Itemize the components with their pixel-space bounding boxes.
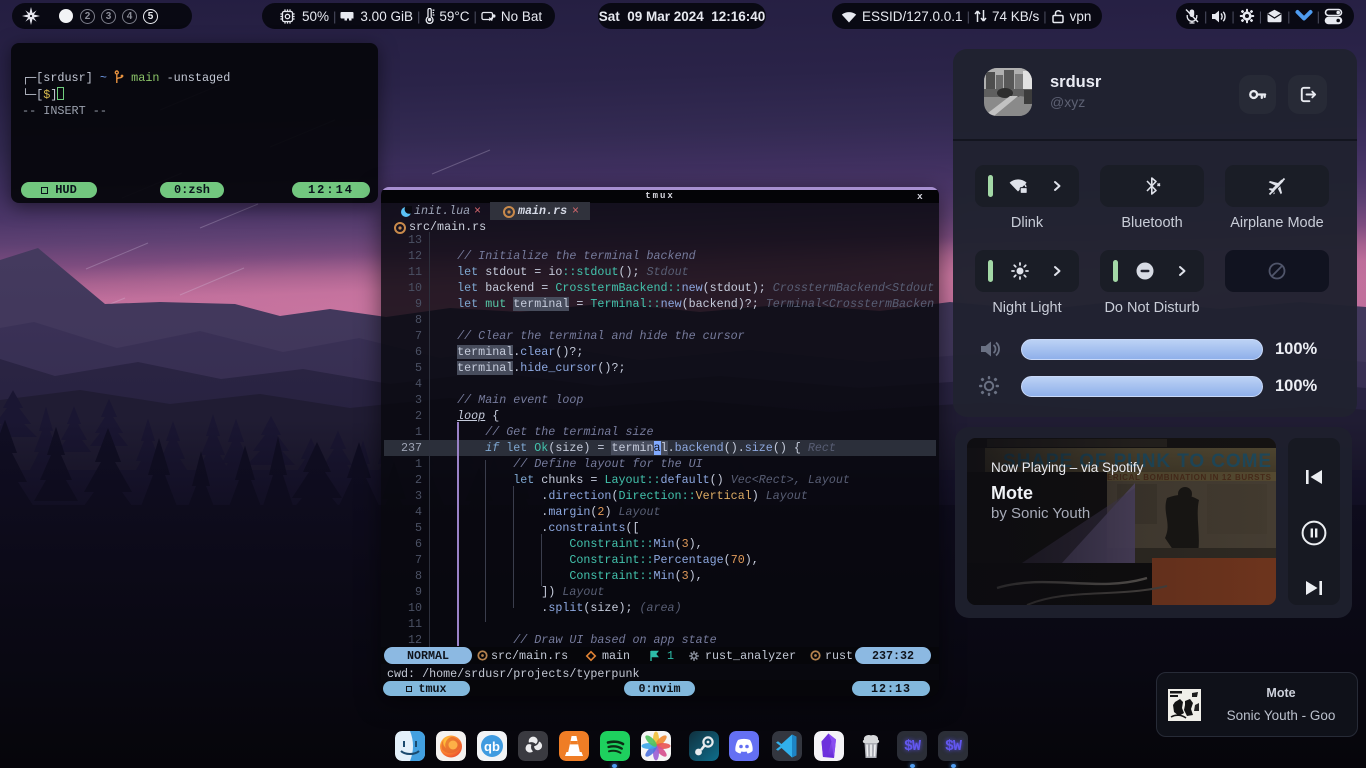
svg-text:qb: qb bbox=[484, 739, 500, 754]
